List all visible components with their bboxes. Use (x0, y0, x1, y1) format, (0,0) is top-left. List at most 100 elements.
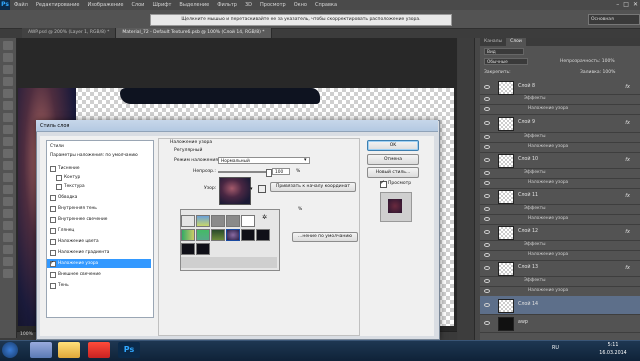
checkbox[interactable] (50, 283, 56, 289)
menu-image[interactable]: Изображение (83, 2, 127, 8)
language-indicator[interactable]: RU (552, 346, 559, 351)
layer-kind-filter[interactable]: Вид (484, 48, 524, 55)
fx-icon[interactable]: fx (625, 229, 630, 235)
history-brush-tool-icon[interactable] (3, 149, 13, 158)
checkbox[interactable] (50, 166, 56, 172)
minimize-icon[interactable]: – (616, 1, 619, 8)
fx-icon[interactable]: fx (625, 265, 630, 271)
opacity-slider[interactable] (218, 171, 268, 173)
layer-opacity[interactable]: Непрозрачность: 100% (560, 59, 615, 64)
pattern-swatch[interactable] (181, 229, 195, 241)
checkbox[interactable] (50, 239, 56, 245)
style-item[interactable]: Тень (47, 281, 151, 290)
gradient-tool-icon[interactable] (3, 173, 13, 182)
gear-icon[interactable]: ✲ (262, 214, 267, 221)
menu-help[interactable]: Справка (311, 2, 341, 8)
eyedropper-tool-icon[interactable] (3, 101, 13, 110)
layer-blend-mode[interactable]: Обычные (484, 58, 528, 65)
eraser-tool-icon[interactable] (3, 161, 13, 170)
healing-tool-icon[interactable] (3, 113, 13, 122)
menu-file[interactable]: Файл (10, 2, 32, 8)
checkbox[interactable] (56, 175, 62, 181)
styles-header[interactable]: Стили (47, 142, 154, 151)
checkbox[interactable] (50, 206, 56, 212)
pattern-swatch[interactable] (211, 215, 225, 227)
menu-filter[interactable]: Фильтр (213, 2, 241, 8)
blending-options[interactable]: Параметры наложения: по умолчанию (47, 151, 154, 160)
brush-tool-icon[interactable] (3, 125, 13, 134)
eye-icon[interactable] (484, 145, 490, 149)
layer-row[interactable]: Слой 11 fx (480, 188, 640, 205)
layer-row[interactable]: Слой 12 fx (480, 224, 640, 241)
layer-row-selected[interactable]: Слой 14 (480, 296, 640, 315)
style-item[interactable]: Текстура (47, 182, 151, 191)
style-item-selected[interactable]: ✓ Наложение узора (47, 259, 151, 268)
eye-icon[interactable] (484, 171, 490, 175)
clock[interactable]: 5:11 16.03.2014 (588, 342, 638, 358)
checkbox[interactable] (50, 228, 56, 234)
checkbox[interactable] (50, 250, 56, 256)
tab-awp[interactable]: AWP.psd @ 200% (Layer 1, RGB/8) * (22, 28, 117, 38)
dialog-title[interactable]: Стиль слоя (36, 120, 438, 132)
eye-icon[interactable] (484, 289, 490, 293)
fx-icon[interactable]: fx (625, 157, 630, 163)
tab-channels[interactable]: Каналы (480, 38, 506, 46)
fx-icon[interactable]: fx (625, 84, 630, 90)
pattern-swatch-selected[interactable] (226, 229, 240, 241)
menu-edit[interactable]: Редактирование (32, 2, 84, 8)
style-item[interactable]: Обводка (47, 193, 151, 202)
style-item[interactable]: Внешнее свечение (47, 270, 151, 279)
eye-icon[interactable] (484, 194, 490, 198)
eye-icon[interactable] (484, 135, 490, 139)
eye-icon[interactable] (484, 243, 490, 247)
cancel-button[interactable]: Отмена (367, 154, 419, 165)
eye-icon[interactable] (484, 230, 490, 234)
path-select-tool-icon[interactable] (3, 233, 13, 242)
menu-layers[interactable]: Слои (127, 2, 148, 8)
shape-tool-icon[interactable] (3, 245, 13, 254)
layer-row[interactable]: awp (480, 314, 640, 333)
eye-icon[interactable] (484, 181, 490, 185)
reset-default-button[interactable]: …нение по умолчанию (292, 232, 358, 242)
style-item[interactable]: Наложение градиента (47, 248, 151, 257)
photoshop-taskbar-icon[interactable]: Ps (118, 342, 140, 358)
maximize-icon[interactable]: □ (623, 1, 629, 8)
eye-icon[interactable] (484, 253, 490, 257)
explorer-icon[interactable] (30, 342, 52, 358)
eye-icon[interactable] (484, 279, 490, 283)
fx-icon[interactable]: fx (625, 193, 630, 199)
menu-window[interactable]: Окно (290, 2, 311, 8)
close-icon[interactable]: ✕ (633, 1, 638, 8)
dodge-tool-icon[interactable] (3, 197, 13, 206)
layer-row[interactable]: Слой 9 fx (480, 114, 640, 133)
pattern-swatch[interactable] (181, 243, 195, 255)
style-item[interactable]: Внутреннее свечение (47, 215, 151, 224)
pattern-thumbnail[interactable] (219, 177, 251, 205)
pattern-swatch[interactable] (241, 215, 255, 227)
ok-button[interactable]: OK (367, 140, 419, 151)
checkbox[interactable] (50, 272, 56, 278)
tab-layers[interactable]: Слои (506, 38, 526, 46)
fx-icon[interactable]: fx (625, 120, 630, 126)
zoom-level[interactable]: 100% (20, 332, 33, 337)
style-item[interactable]: Внутренняя тень (47, 204, 151, 213)
eye-icon[interactable] (484, 107, 490, 111)
stamp-tool-icon[interactable] (3, 137, 13, 146)
eye-icon[interactable] (484, 321, 490, 325)
marquee-tool-icon[interactable] (3, 53, 13, 62)
checkbox[interactable] (56, 184, 62, 190)
layer-fill[interactable]: Заливка: 100% (580, 70, 615, 75)
eye-icon[interactable] (484, 303, 490, 307)
layer-row[interactable]: Слой 10 fx (480, 152, 640, 169)
pattern-swatch[interactable] (241, 229, 255, 241)
layer-row[interactable]: Слой 8 fx (480, 80, 640, 95)
folder-icon[interactable] (58, 342, 80, 358)
eye-icon[interactable] (484, 217, 490, 221)
eye-icon[interactable] (484, 97, 490, 101)
pattern-swatch[interactable] (196, 215, 210, 227)
pattern-swatch[interactable] (226, 215, 240, 227)
style-item[interactable]: Глянец (47, 226, 151, 235)
menu-view[interactable]: Просмотр (256, 2, 290, 8)
menu-3d[interactable]: 3D (241, 2, 256, 8)
start-button-icon[interactable] (2, 342, 18, 358)
